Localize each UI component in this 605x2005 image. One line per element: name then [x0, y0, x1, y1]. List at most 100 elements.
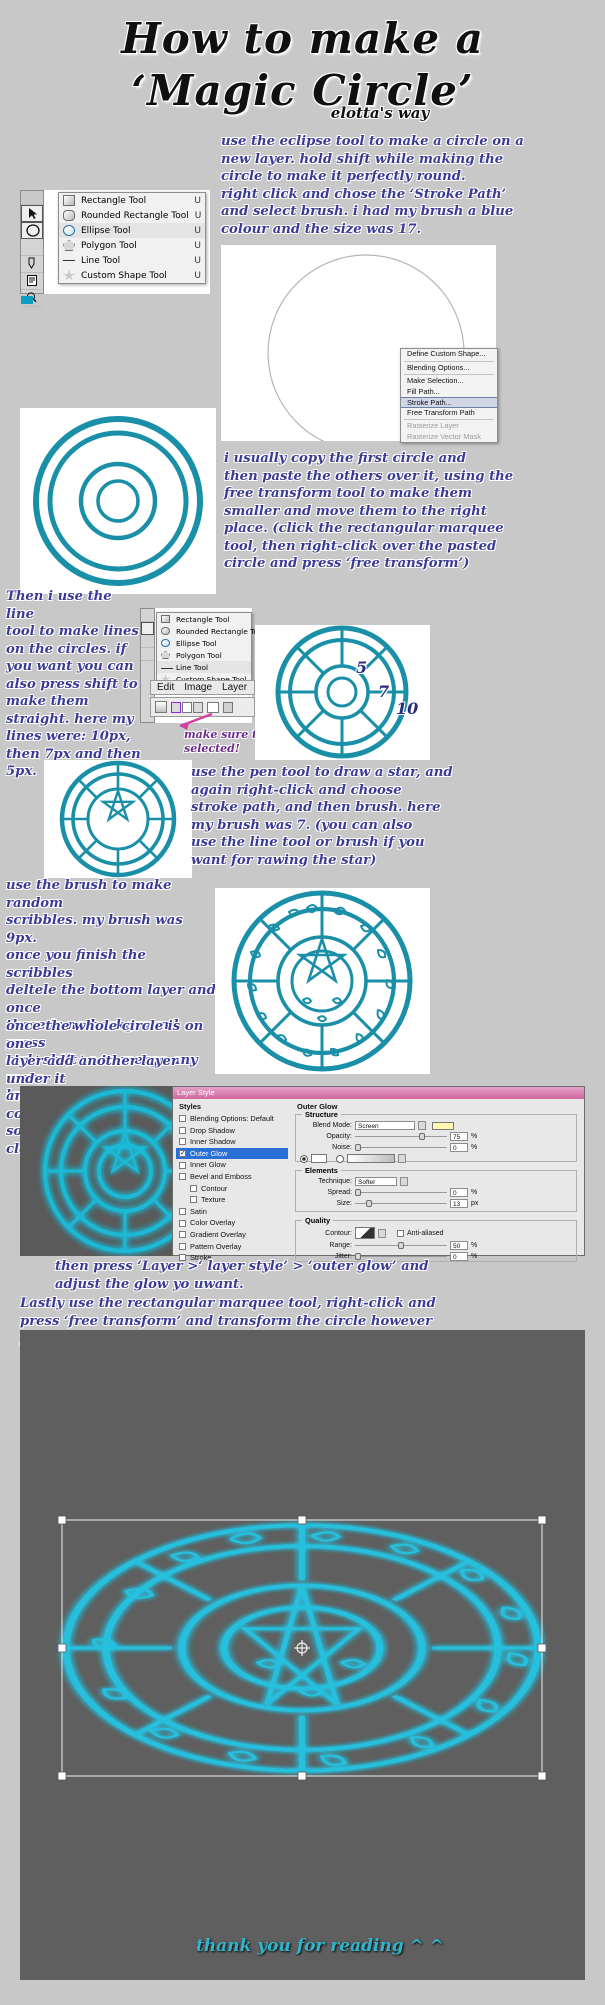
- menu-item-image[interactable]: Image: [184, 682, 212, 693]
- gradient-preview[interactable]: [347, 1154, 395, 1163]
- effect-satin[interactable]: Satin: [176, 1206, 288, 1218]
- technique-select[interactable]: Softer: [355, 1177, 397, 1186]
- chevron-down-icon[interactable]: [418, 1121, 426, 1130]
- ctx-item-stroke-path[interactable]: Stroke Path...: [401, 397, 497, 408]
- checkbox-icon[interactable]: [179, 1173, 186, 1181]
- glow-source-field[interactable]: [300, 1154, 572, 1163]
- effect-gradient-overlay[interactable]: Gradient Overlay: [176, 1229, 288, 1241]
- photoshop-toolbar[interactable]: [20, 190, 44, 307]
- checkbox-icon[interactable]: [179, 1126, 186, 1134]
- range-field[interactable]: Range: 50 %: [300, 1241, 572, 1250]
- flyout-item-ellipse-tool[interactable]: Ellipse Tool U: [59, 223, 205, 238]
- chevron-down-icon[interactable]: [398, 1154, 406, 1163]
- spread-field[interactable]: Spread: 0 %: [300, 1188, 572, 1197]
- checkbox-icon[interactable]: [190, 1196, 197, 1204]
- menu-item-layer[interactable]: Layer: [222, 682, 247, 693]
- paths-button[interactable]: [182, 701, 192, 713]
- blend-mode-field[interactable]: Blend Mode: Screen: [300, 1121, 572, 1130]
- outer-glow-settings-pane[interactable]: Outer Glow Structure Blend Mode: Screen …: [295, 1101, 581, 1262]
- chevron-down-icon[interactable]: [400, 1177, 408, 1186]
- size-field[interactable]: Size: 13 px: [300, 1199, 572, 1208]
- effect-drop-shadow[interactable]: Drop Shadow: [176, 1125, 288, 1137]
- blend-mode-select[interactable]: Screen: [355, 1121, 415, 1130]
- checkbox-icon[interactable]: [179, 1148, 186, 1160]
- tool-move[interactable]: [21, 191, 43, 205]
- tool-ellipse[interactable]: [21, 222, 43, 239]
- flyout2-item-rounded-rectangle-tool[interactable]: Rounded Rectangle Tool: [157, 625, 265, 637]
- options-shape-mode-group[interactable]: [171, 701, 203, 713]
- flyout2-item-ellipse-tool[interactable]: Ellipse Tool: [157, 637, 251, 649]
- effect-blending-options[interactable]: Blending Options: Default: [176, 1113, 288, 1125]
- shape-tool-flyout[interactable]: Rectangle Tool U Rounded Rectangle Tool …: [58, 192, 206, 284]
- tool-shape-active[interactable]: [141, 622, 154, 635]
- contour-thumbnail[interactable]: [355, 1227, 375, 1239]
- checkbox-icon[interactable]: [179, 1208, 186, 1216]
- spread-slider[interactable]: [355, 1188, 447, 1197]
- opacity-field[interactable]: Opacity: 75 %: [300, 1132, 572, 1141]
- effect-contour[interactable]: Contour: [176, 1183, 288, 1195]
- fill-pixels-button[interactable]: [193, 701, 203, 713]
- options-shape-picker[interactable]: [207, 701, 219, 713]
- tool-type[interactable]: [21, 239, 43, 256]
- flyout-item-line-tool[interactable]: Line Tool U: [59, 253, 205, 268]
- path-context-menu[interactable]: Define Custom Shape... Blending Options.…: [400, 348, 498, 443]
- ctx-item-make-selection[interactable]: Make Selection...: [401, 376, 497, 387]
- tool-eraser[interactable]: [141, 635, 154, 648]
- ctx-item-free-transform-path[interactable]: Free Transform Path: [401, 408, 497, 419]
- radio-gradient[interactable]: [336, 1154, 344, 1163]
- shape-tool-flyout-2[interactable]: Rectangle Tool Rounded Rectangle Tool El…: [156, 612, 265, 686]
- flyout-item-polygon-tool[interactable]: Polygon Tool U: [59, 238, 205, 253]
- ctx-item-define-custom-shape[interactable]: Define Custom Shape...: [401, 349, 497, 360]
- checkbox-icon[interactable]: [179, 1138, 186, 1146]
- noise-value[interactable]: 0: [450, 1143, 468, 1152]
- effect-color-overlay[interactable]: Color Overlay: [176, 1217, 288, 1229]
- effect-pattern-overlay[interactable]: Pattern Overlay: [176, 1241, 288, 1253]
- chevron-down-icon[interactable]: [378, 1228, 386, 1238]
- tool-pen[interactable]: [21, 256, 43, 273]
- size-slider[interactable]: [355, 1199, 447, 1208]
- glow-color-swatch[interactable]: [432, 1121, 454, 1130]
- spread-value[interactable]: 0: [450, 1188, 468, 1197]
- flyout2-item-polygon-tool[interactable]: Polygon Tool: [157, 649, 251, 661]
- contour-field[interactable]: Contour: Anti-aliased: [300, 1227, 572, 1239]
- flyout-item-custom-shape-tool[interactable]: Custom Shape Tool U: [59, 268, 205, 283]
- tool-path-selection[interactable]: [21, 205, 43, 222]
- tool-gradient[interactable]: [141, 648, 154, 661]
- size-value[interactable]: 13: [450, 1199, 468, 1208]
- toolbar-foreground-swatch[interactable]: [21, 296, 33, 304]
- flyout-item-rectangle-tool[interactable]: Rectangle Tool U: [59, 193, 205, 208]
- photoshop-menubar[interactable]: Edit Image Layer: [150, 680, 255, 695]
- checkbox-icon[interactable]: [179, 1115, 186, 1123]
- flyout-item-rounded-rectangle-tool[interactable]: Rounded Rectangle Tool U: [59, 208, 205, 223]
- effect-texture[interactable]: Texture: [176, 1194, 288, 1206]
- checkbox-icon[interactable]: [190, 1184, 197, 1192]
- effect-outer-glow[interactable]: Outer Glow: [176, 1147, 288, 1160]
- checkbox-icon[interactable]: [179, 1231, 186, 1239]
- effect-bevel-and-emboss[interactable]: Bevel and Emboss: [176, 1171, 288, 1183]
- opacity-value[interactable]: 75: [450, 1132, 468, 1141]
- solid-color-swatch[interactable]: [311, 1154, 327, 1163]
- tool-brush[interactable]: [141, 609, 154, 622]
- noise-field[interactable]: Noise: 0 %: [300, 1143, 572, 1152]
- tool-notes[interactable]: [21, 273, 43, 290]
- radio-solid-color[interactable]: [300, 1154, 308, 1163]
- checkbox-icon[interactable]: [179, 1242, 186, 1250]
- flyout2-item-rectangle-tool[interactable]: Rectangle Tool: [157, 613, 251, 625]
- technique-field[interactable]: Technique: Softer: [300, 1177, 572, 1186]
- effect-inner-glow[interactable]: Inner Glow: [176, 1159, 288, 1171]
- options-brush-icon[interactable]: [223, 701, 233, 713]
- range-value[interactable]: 50: [450, 1241, 468, 1250]
- anti-aliased-checkbox[interactable]: [397, 1229, 404, 1237]
- checkbox-icon[interactable]: [179, 1161, 186, 1169]
- shape-layers-button[interactable]: [171, 701, 181, 713]
- ctx-item-blending-options[interactable]: Blending Options...: [401, 363, 497, 374]
- opacity-slider[interactable]: [355, 1132, 447, 1141]
- noise-slider[interactable]: [355, 1143, 447, 1152]
- range-slider[interactable]: [355, 1241, 447, 1250]
- checkbox-icon[interactable]: [179, 1219, 186, 1227]
- layer-style-dialog[interactable]: Layer Style Styles Blending Options: Def…: [172, 1086, 585, 1262]
- effect-inner-shadow[interactable]: Inner Shadow: [176, 1136, 288, 1148]
- menu-item-edit[interactable]: Edit: [157, 682, 174, 693]
- flyout2-item-line-tool[interactable]: Line Tool: [157, 661, 251, 673]
- ctx-item-fill-path[interactable]: Fill Path...: [401, 387, 497, 398]
